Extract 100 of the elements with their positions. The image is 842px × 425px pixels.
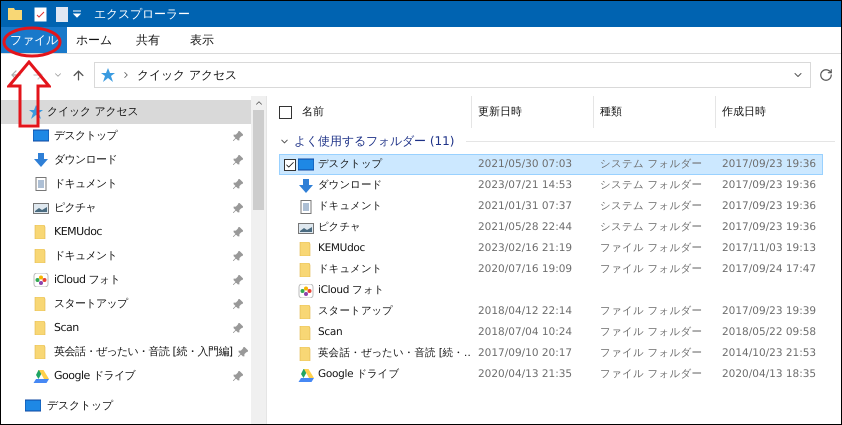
file-row[interactable]: ピクチャ 2021/05/28 22:44 システム フォルダー 2017/09/23 19:36 — [279, 217, 823, 238]
ribbon-tab[interactable]: ホーム — [67, 27, 121, 53]
file-name: Scan — [318, 324, 342, 340]
sidebar-item[interactable]: デスクトップ — [1, 394, 251, 418]
sidebar-item[interactable]: Google ドライブ — [1, 364, 251, 388]
pin-icon[interactable] — [233, 251, 243, 261]
file-row[interactable]: スタートアップ 2018/04/12 22:14 ファイル フォルダー 2017/09/23 19:39 — [279, 301, 823, 322]
file-name: ドキュメント — [318, 198, 382, 214]
sidebar-item[interactable]: デスクトップ — [1, 124, 251, 148]
table-cell: 2018/04/12 22:14 — [478, 304, 572, 317]
blank-page-icon[interactable] — [56, 6, 68, 22]
table-cell: 2020/07/16 19:09 — [478, 262, 572, 275]
file-row[interactable]: KEMUdoc 2023/02/16 21:19 ファイル フォルダー 2017/11/03 19:13 — [279, 238, 823, 259]
file-row[interactable]: Google ドライブ 2020/04/13 21:35 ファイル フォルダー 2020/04/13 18:35 — [279, 364, 823, 385]
sidebar-item[interactable]: ドキュメント — [1, 244, 251, 268]
table-cell: システム フォルダー — [600, 178, 702, 191]
pin-icon[interactable] — [233, 203, 243, 213]
scroll-thumb[interactable] — [253, 110, 264, 210]
monitor-icon — [33, 129, 49, 143]
refresh-icon[interactable] — [819, 68, 833, 82]
window-title: エクスプローラー — [94, 6, 190, 23]
sidebar-item[interactable]: ドキュメント — [1, 172, 251, 196]
file-name: 英会話・ぜったい・音読 [続・… — [318, 346, 472, 361]
table-cell: 2017/09/23 19:36 — [722, 200, 816, 212]
flower-icon — [298, 284, 314, 298]
table-cell: 2017/09/23 19:36 — [722, 178, 816, 191]
file-row[interactable]: ドキュメント 2020/07/16 19:09 ファイル フォルダー 2017/09/24 17:47 — [279, 259, 823, 280]
pin-icon[interactable] — [238, 347, 248, 357]
pin-icon[interactable] — [233, 371, 243, 381]
dropdown-icon[interactable] — [73, 10, 81, 18]
down-arrow-icon — [298, 178, 314, 192]
file-row[interactable]: Scan 2018/07/04 10:24 ファイル フォルダー 2018/05/22 09:58 — [279, 322, 823, 343]
folder-icon[interactable] — [7, 7, 23, 21]
column-header[interactable]: 名前 — [302, 104, 324, 120]
table-cell: 2017/09/23 19:36 — [722, 158, 816, 170]
ribbon-tab[interactable]: 表示 — [175, 27, 229, 53]
table-cell: 2017/09/10 20:17 — [478, 346, 572, 359]
file-name: ダウンロード — [318, 178, 382, 193]
pin-icon[interactable] — [233, 299, 243, 309]
star-icon — [101, 68, 115, 82]
sidebar-item[interactable]: スタートアップ — [1, 292, 251, 316]
file-row[interactable]: ダウンロード 2023/07/21 14:53 システム フォルダー 2017/09/23 19:36 — [279, 175, 823, 196]
sidebar-item[interactable]: Scan — [1, 316, 251, 340]
monitor-icon — [25, 399, 41, 413]
address-bar[interactable]: クイック アクセス — [94, 62, 811, 88]
table-cell: 2017/09/24 17:47 — [722, 262, 816, 275]
table-cell: 2023/07/21 14:53 — [478, 178, 572, 191]
table-cell: ファイル フォルダー — [600, 346, 702, 359]
table-cell: 2014/10/23 21:53 — [722, 346, 816, 359]
picture-icon — [33, 201, 49, 215]
document-icon — [33, 177, 49, 191]
forward-icon[interactable] — [31, 68, 45, 82]
sidebar-item[interactable]: iCloud フォト — [1, 268, 251, 292]
sidebar-item[interactable]: ダウンロード — [1, 148, 251, 172]
pin-icon[interactable] — [233, 275, 243, 285]
sidebar-header[interactable]: クイック アクセス — [1, 100, 251, 124]
file-row[interactable]: iCloud フォト — [279, 280, 823, 301]
sidebar-item[interactable]: ピクチャ — [1, 196, 251, 220]
file-name: iCloud フォト — [318, 282, 384, 298]
sidebar-item[interactable]: KEMUdoc — [1, 220, 251, 244]
file-row[interactable]: デスクトップ 2021/05/30 07:03 システム フォルダー 2017/09/23 19:36 — [279, 154, 823, 175]
table-cell: 2020/04/13 21:35 — [478, 368, 572, 380]
pin-icon[interactable] — [233, 227, 243, 237]
file-name: Google ドライブ — [318, 366, 400, 382]
table-cell: ファイル フォルダー — [600, 262, 702, 275]
scrollbar[interactable] — [251, 96, 266, 424]
file-name: KEMUdoc — [318, 240, 366, 256]
star-icon — [29, 105, 43, 119]
column-header[interactable]: 種類 — [593, 96, 715, 128]
pin-icon[interactable] — [233, 323, 243, 333]
file-name: ドキュメント — [318, 262, 382, 277]
file-row[interactable]: ドキュメント 2021/01/31 07:37 システム フォルダー 2017/09/23 19:36 — [279, 196, 823, 217]
group-header[interactable]: よく使用するフォルダー (11) — [294, 132, 454, 150]
down-arrow-icon — [33, 153, 49, 167]
pin-icon[interactable] — [233, 131, 243, 141]
column-header[interactable]: 更新日時 — [471, 96, 593, 128]
table-cell: 2018/05/22 09:58 — [722, 326, 816, 338]
table-cell: 2020/04/13 18:35 — [722, 368, 816, 380]
row-checkbox[interactable] — [284, 158, 296, 170]
table-cell: ファイル フォルダー — [600, 326, 702, 338]
up-icon[interactable] — [71, 68, 86, 82]
monitor-icon — [298, 158, 314, 172]
column-header[interactable]: 作成日時 — [715, 96, 837, 128]
checklist-icon[interactable] — [34, 6, 47, 22]
file-name: デスクトップ — [318, 156, 382, 172]
table-cell: 2018/07/04 10:24 — [478, 326, 572, 338]
pin-icon[interactable] — [233, 155, 243, 165]
highlight-ellipse — [2, 26, 62, 58]
document-icon — [298, 200, 314, 214]
file-name: スタートアップ — [318, 304, 393, 319]
table-cell: システム フォルダー — [600, 158, 702, 170]
select-all-checkbox[interactable] — [279, 106, 292, 118]
table-cell: システム フォルダー — [600, 220, 702, 233]
table-cell: システム フォルダー — [600, 200, 702, 212]
file-row[interactable]: 英会話・ぜったい・音読 [続・… 2017/09/10 20:17 ファイル フォルダー 2014/10/23 21:53 — [279, 343, 823, 364]
pin-icon[interactable] — [233, 179, 243, 189]
flower-icon — [33, 273, 49, 287]
ribbon-tab[interactable]: 共有 — [121, 27, 175, 53]
table-cell: ファイル フォルダー — [600, 368, 702, 380]
sidebar-item[interactable]: 英会話・ぜったい・音読 [続・入門編] — [1, 340, 251, 364]
